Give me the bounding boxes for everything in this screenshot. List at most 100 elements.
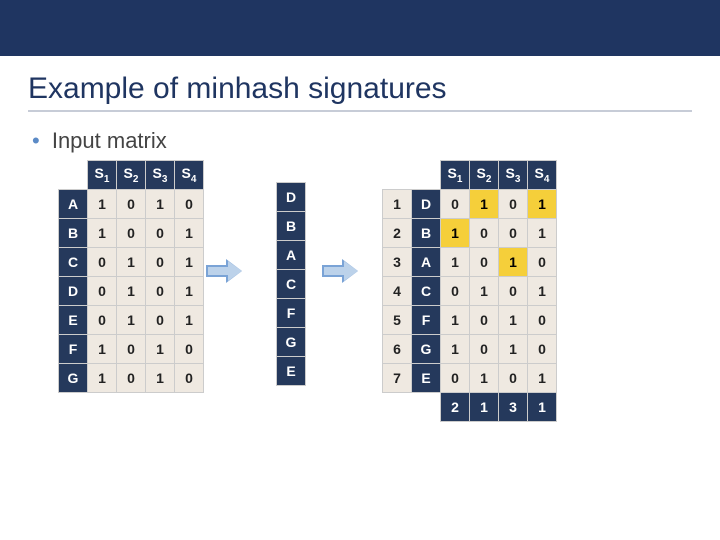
content-row: S1 S2 S3 S4 A1010B1001C0101D0101E0101F10… [0, 160, 720, 422]
table-row: A [277, 241, 306, 270]
highlight-cell: 1 [499, 248, 528, 277]
arrow-column [204, 160, 250, 280]
input-matrix-table: S1 S2 S3 S4 A1010B1001C0101D0101E0101F10… [58, 160, 204, 393]
data-cell: 0 [88, 306, 117, 335]
row-header: C [59, 248, 88, 277]
signature-cell: 1 [528, 393, 557, 422]
data-cell: 1 [146, 335, 175, 364]
index-cell: 6 [383, 335, 412, 364]
index-cell: 2 [383, 219, 412, 248]
blank-cell [383, 393, 412, 422]
data-cell: 1 [441, 335, 470, 364]
data-cell: 0 [470, 219, 499, 248]
data-cell: 1 [88, 190, 117, 219]
left-table-wrap: S1 S2 S3 S4 A1010B1001C0101D0101E0101F10… [58, 160, 204, 393]
data-cell: 0 [175, 335, 204, 364]
data-cell: 0 [499, 219, 528, 248]
blank-cell [412, 161, 441, 190]
data-cell: 0 [470, 306, 499, 335]
signature-cell: 3 [499, 393, 528, 422]
table-row: 6G1010 [383, 335, 557, 364]
perm-cell: A [277, 241, 306, 270]
data-cell: 0 [117, 190, 146, 219]
header-row: S1 S2 S3 S4 [383, 161, 557, 190]
table-row: 4C0101 [383, 277, 557, 306]
data-cell: 0 [499, 277, 528, 306]
index-cell: 4 [383, 277, 412, 306]
data-cell: 0 [499, 190, 528, 219]
data-cell: 1 [528, 219, 557, 248]
data-cell: 1 [528, 277, 557, 306]
highlight-cell: 1 [528, 190, 557, 219]
signature-cell: 1 [470, 393, 499, 422]
data-cell: 0 [528, 248, 557, 277]
row-header: A [59, 190, 88, 219]
row-header: G [59, 364, 88, 393]
slide-title: Example of minhash signatures [28, 72, 720, 106]
row-header: E [412, 364, 441, 393]
data-cell: 1 [117, 277, 146, 306]
data-cell: 0 [117, 364, 146, 393]
table-row: E [277, 357, 306, 386]
table-row: F1010 [59, 335, 204, 364]
row-header: C [412, 277, 441, 306]
data-cell: 1 [441, 306, 470, 335]
table-row: C [277, 270, 306, 299]
data-cell: 1 [528, 364, 557, 393]
table-row: D0101 [59, 277, 204, 306]
row-header: G [412, 335, 441, 364]
arrow-column [320, 160, 366, 280]
col-header: S3 [499, 161, 528, 190]
data-cell: 0 [146, 277, 175, 306]
col-header: S4 [528, 161, 557, 190]
signature-row: 2 1 3 1 [383, 393, 557, 422]
data-cell: 1 [175, 248, 204, 277]
data-cell: 0 [470, 248, 499, 277]
data-cell: 1 [175, 219, 204, 248]
col-header: S2 [470, 161, 499, 190]
table-row: 7E0101 [383, 364, 557, 393]
index-cell: 7 [383, 364, 412, 393]
data-cell: 0 [117, 335, 146, 364]
data-cell: 0 [88, 277, 117, 306]
row-header: D [59, 277, 88, 306]
table-row: G [277, 328, 306, 357]
header-row: S1 S2 S3 S4 [59, 161, 204, 190]
data-cell: 1 [146, 364, 175, 393]
data-cell: 0 [175, 364, 204, 393]
index-cell: 3 [383, 248, 412, 277]
data-cell: 1 [175, 306, 204, 335]
row-header: F [59, 335, 88, 364]
table-row: 3A1010 [383, 248, 557, 277]
data-cell: 0 [528, 306, 557, 335]
table-row: B [277, 212, 306, 241]
data-cell: 0 [499, 364, 528, 393]
perm-cell: D [277, 183, 306, 212]
data-cell: 0 [146, 306, 175, 335]
permutation-table: DBACFGE [276, 182, 306, 386]
right-table-wrap: S1 S2 S3 S4 1D01012B10013A10104C01015F10… [382, 160, 557, 422]
data-cell: 1 [499, 306, 528, 335]
table-row: 2B1001 [383, 219, 557, 248]
data-cell: 1 [146, 190, 175, 219]
table-row: A1010 [59, 190, 204, 219]
data-cell: 0 [117, 219, 146, 248]
table-row: 5F1010 [383, 306, 557, 335]
row-header: F [412, 306, 441, 335]
data-cell: 0 [146, 248, 175, 277]
blank-cell [59, 161, 88, 190]
blank-cell [412, 393, 441, 422]
data-cell: 1 [117, 248, 146, 277]
data-cell: 1 [470, 277, 499, 306]
row-header: A [412, 248, 441, 277]
signature-cell: 2 [441, 393, 470, 422]
data-cell: 1 [88, 335, 117, 364]
data-cell: 0 [88, 248, 117, 277]
table-row: C0101 [59, 248, 204, 277]
data-cell: 0 [441, 364, 470, 393]
row-header: B [59, 219, 88, 248]
perm-cell: C [277, 270, 306, 299]
row-header: E [59, 306, 88, 335]
subtitle-text: Input matrix [52, 128, 167, 153]
col-header: S2 [117, 161, 146, 190]
